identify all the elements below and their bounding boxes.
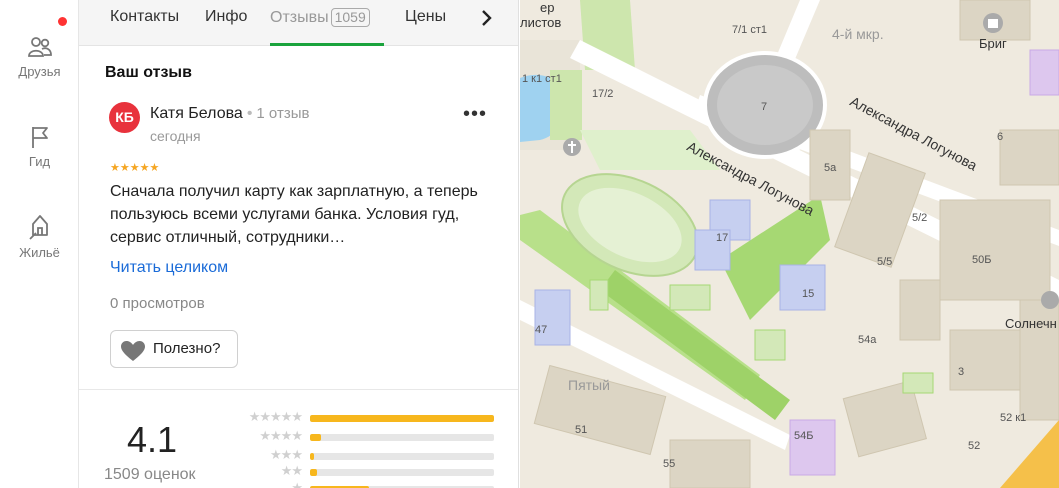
map-house-label: 17 — [716, 232, 729, 244]
map-district-label: 4-й мкр. — [832, 26, 884, 42]
dist-stars: ★ — [291, 480, 303, 488]
map-house-label: 15 — [802, 288, 815, 300]
map-house-label: 5/5 — [877, 256, 893, 268]
rail-label-housing: Жильё — [19, 245, 60, 260]
tab-info[interactable]: Инфо — [205, 8, 247, 26]
dist-bar — [310, 469, 494, 476]
dist-stars: ★★★ — [270, 447, 303, 462]
side-rail: Друзья Гид Жильё — [0, 0, 79, 488]
rail-label-friends: Друзья — [18, 64, 61, 79]
author-reviews-count: 1 отзыв — [256, 105, 310, 122]
rail-item-housing[interactable]: Жильё — [0, 213, 79, 260]
friends-icon — [27, 37, 52, 57]
rail-item-friends[interactable]: Друзья — [0, 34, 79, 79]
rail-label-guide: Гид — [28, 154, 51, 169]
tab-bar: Контакты Инфо Отзывы 1059 Цены — [79, 0, 518, 46]
app-root: Друзья Гид Жильё Контакты Инфо Отзывы 105… — [0, 0, 1059, 488]
reviews-count-badge: 1059 — [330, 8, 370, 27]
map-house-label: 54Б — [794, 430, 814, 442]
dist-row-5[interactable]: ★★★★★ — [226, 409, 496, 425]
tab-reviews-label: Отзывы — [270, 9, 329, 26]
flag-icon — [31, 127, 48, 148]
map-house-label: 54а — [858, 334, 877, 346]
map-house-label: 5/2 — [912, 212, 928, 224]
map-house-label: 7/1 ст1 — [732, 24, 768, 36]
map-house-label: 47 — [535, 324, 548, 336]
active-tab-indicator — [270, 43, 384, 46]
dist-row-2[interactable]: ★★ — [226, 463, 496, 479]
map-house-label: 1 к1 ст1 — [522, 73, 562, 85]
rail-item-guide[interactable]: Гид — [0, 124, 79, 169]
map-canvas — [520, 0, 1059, 488]
map-view[interactable]: Александра Логунова Александра Логунова … — [520, 0, 1059, 488]
housing-icon — [28, 215, 48, 240]
tab-prices[interactable]: Цены — [405, 8, 446, 26]
map-house-label: 17/2 — [592, 88, 614, 100]
rating-count: 1509 оценок — [104, 466, 196, 483]
chevron-right-icon[interactable] — [481, 9, 493, 32]
dist-fill — [310, 469, 318, 476]
map-district-label: Пятый — [568, 377, 610, 393]
review-author[interactable]: Катя Белова • 1 отзыв — [150, 105, 309, 123]
map-poi-label[interactable]: Бриг — [979, 36, 1007, 51]
dist-bar — [310, 434, 494, 441]
map-street-label: ер — [540, 0, 555, 15]
map-house-label: 6 — [997, 131, 1004, 143]
dist-stars: ★★★★ — [259, 428, 303, 443]
dist-fill — [310, 453, 314, 460]
useful-label: Полезно? — [153, 340, 221, 357]
section-divider — [79, 389, 518, 390]
rating-value: 4.1 — [127, 419, 178, 460]
map-street-label: листов — [520, 15, 562, 30]
views-count: 0 просмотров — [110, 295, 205, 312]
dist-stars: ★★ — [280, 463, 303, 478]
dist-fill — [310, 415, 494, 422]
review-date: сегодня — [150, 128, 201, 144]
dist-bar — [310, 453, 494, 460]
dist-fill — [310, 434, 322, 441]
map-house-label: 52 к1 — [1000, 412, 1027, 424]
dist-bar — [310, 415, 494, 422]
avatar[interactable]: КБ — [109, 102, 140, 133]
read-more-link[interactable]: Читать целиком — [110, 259, 228, 277]
map-poi-label[interactable]: Солнечн — [1005, 316, 1057, 331]
map-house-label: 5а — [824, 162, 837, 174]
heart-icon — [121, 341, 145, 361]
author-name[interactable]: Катя Белова — [150, 105, 243, 122]
tab-contacts[interactable]: Контакты — [110, 8, 179, 26]
review-text: Сначала получил карту как зарплатную, а … — [110, 183, 478, 246]
dist-row-4[interactable]: ★★★★ — [226, 428, 496, 444]
map-house-label: 3 — [958, 366, 965, 378]
map-house-label: 50Б — [972, 254, 992, 266]
author-separator: • — [246, 105, 253, 122]
map-house-label: 51 — [575, 424, 588, 436]
more-options-button[interactable]: ••• — [463, 104, 487, 124]
your-review-title: Ваш отзыв — [105, 64, 192, 81]
notification-badge — [58, 17, 67, 26]
dist-stars: ★★★★★ — [248, 409, 303, 424]
useful-button[interactable]: Полезно? — [110, 330, 238, 368]
dist-row-1[interactable]: ★ — [226, 480, 496, 488]
map-house-label: 55 — [663, 458, 676, 470]
review-stars: ★★★★★ — [110, 162, 160, 174]
dist-row-3[interactable]: ★★★ — [226, 447, 496, 463]
tab-reviews[interactable]: Отзывы 1059 — [270, 8, 370, 27]
map-house-label: 7 — [761, 101, 768, 113]
map-house-label: 52 — [968, 440, 981, 452]
org-panel: Контакты Инфо Отзывы 1059 Цены Ваш отзыв … — [79, 0, 519, 488]
